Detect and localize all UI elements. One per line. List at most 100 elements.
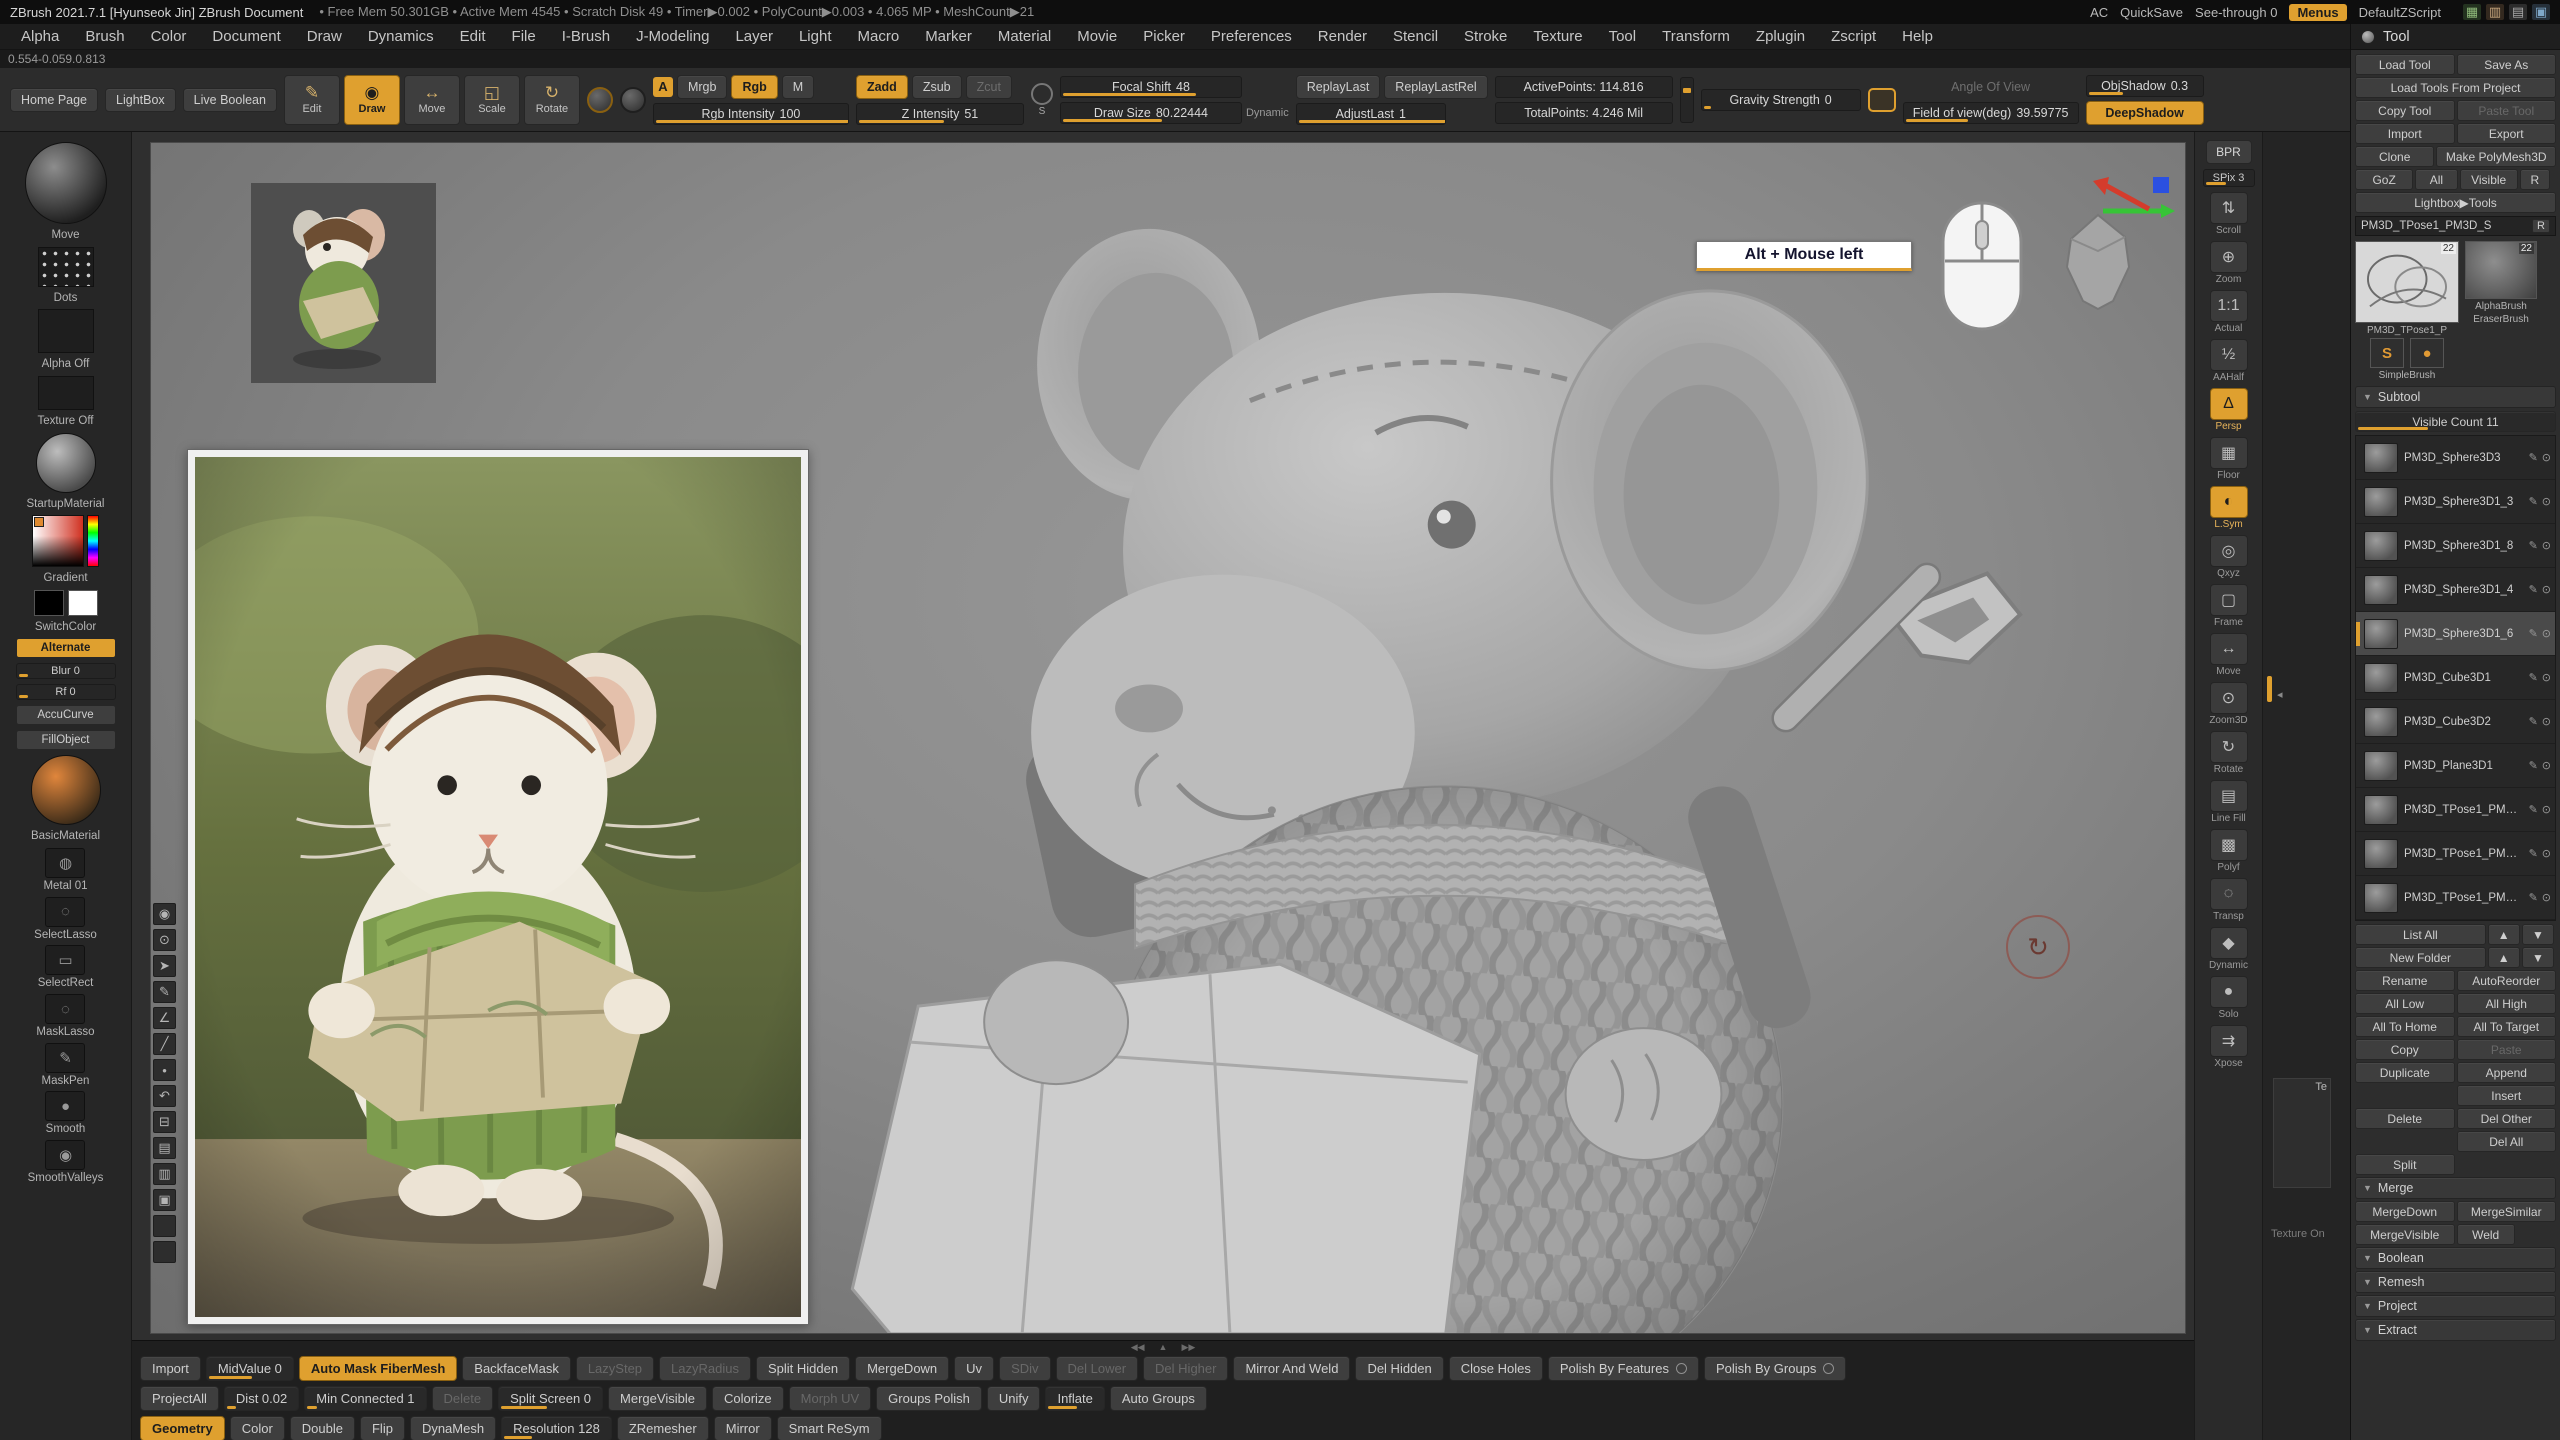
view-angle-icon[interactable] (1868, 88, 1896, 112)
titlebar-button[interactable]: See-through 0 (2195, 5, 2277, 20)
obj-shadow-slider[interactable]: ObjShadow0.3 (2086, 75, 2204, 97)
draw-size-slider[interactable]: Draw Size80.22444 (1060, 102, 1242, 124)
tray-button[interactable]: Resolution 128 (501, 1416, 612, 1440)
subtool-row[interactable]: PM3D_Sphere3D3 (2356, 436, 2555, 480)
visible-count-slider[interactable]: Visible Count 11 (2355, 411, 2556, 432)
document-thumbnail[interactable] (251, 183, 436, 383)
reference-image[interactable] (187, 449, 809, 1325)
view-control-button[interactable]: ½ AAHalf (2206, 339, 2252, 383)
canvas-strip-icon[interactable] (153, 1215, 176, 1237)
subtool-action-button[interactable]: Rename (2355, 970, 2455, 991)
menu-item[interactable]: File (499, 28, 549, 45)
titlebar-button[interactable]: Menus (2289, 4, 2346, 21)
quick-pick-brush[interactable]: ● (2410, 338, 2444, 368)
material-thumbnail[interactable] (36, 433, 96, 493)
subtool-row[interactable]: PM3D_TPose1_PM3D_Sphere3 (2356, 876, 2555, 920)
titlebar-button[interactable]: DefaultZScript (2359, 5, 2441, 20)
fillobject-button[interactable]: FillObject (16, 730, 116, 750)
lightbox-button[interactable]: LightBox (105, 88, 176, 112)
paint-mode-button[interactable]: M (782, 75, 814, 99)
tray-arrow-icon[interactable]: ▶▶ (1181, 1342, 1195, 1353)
polypaint-icon[interactable] (2529, 539, 2538, 552)
tray-button[interactable]: Close Holes (1449, 1356, 1543, 1381)
tool-button[interactable]: Save As (2457, 54, 2557, 75)
tray-button[interactable]: Geometry (140, 1416, 225, 1440)
titlebar-mini-icon[interactable]: ▥ (2486, 4, 2504, 20)
focal-dial[interactable]: S (1031, 83, 1053, 117)
tray-button[interactable]: DynaMesh (410, 1416, 496, 1440)
deep-shadow-button[interactable]: DeepShadow (2086, 101, 2204, 125)
subtool-action-button[interactable]: MergeSimilar (2457, 1201, 2557, 1222)
polypaint-icon[interactable] (2529, 627, 2538, 640)
polypaint-icon[interactable] (2529, 451, 2538, 464)
visibility-eye-icon[interactable] (2542, 495, 2551, 508)
menu-item[interactable]: I-Brush (549, 28, 623, 45)
tray-arrow-icon[interactable]: ◀◀ (1131, 1342, 1145, 1353)
subtool-action-button[interactable]: ▼ (2522, 947, 2554, 968)
visibility-eye-icon[interactable] (2542, 803, 2551, 816)
sculpt-mode-button[interactable]: Zcut (966, 75, 1012, 99)
view-control-button[interactable]: ⇉ Xpose (2206, 1025, 2252, 1069)
tool-button[interactable]: Load Tool (2355, 54, 2455, 75)
menu-item[interactable]: Light (786, 28, 845, 45)
document-canvas[interactable]: Alt + Mouse left (150, 142, 2186, 1334)
subtool-action-button[interactable]: Paste (2457, 1039, 2557, 1060)
panel-splitter-handle[interactable]: ◂ (2277, 688, 2283, 701)
tray-button[interactable]: Flip (360, 1416, 405, 1440)
texture-thumbnail[interactable] (38, 376, 94, 410)
subtool-action-button[interactable]: Delete (2355, 1108, 2455, 1129)
tray-button[interactable]: Double (290, 1416, 355, 1440)
subtool-action-button[interactable]: Extract (2355, 1319, 2556, 1341)
tray-button[interactable]: Polish By Groups (1704, 1356, 1846, 1381)
subtool-action-button[interactable]: Merge (2355, 1177, 2556, 1199)
alpha-thumbnail[interactable] (38, 309, 94, 353)
quick-pick-thumbnail[interactable]: 22 (2465, 241, 2537, 299)
tool-r-badge[interactable]: R (2532, 219, 2550, 233)
titlebar-mini-icon[interactable]: ▣ (2532, 4, 2550, 20)
tool-button[interactable]: All (2415, 169, 2457, 190)
brush-slot[interactable]: ◉ SmoothValleys (28, 1140, 104, 1185)
tray-button[interactable]: LazyRadius (659, 1356, 751, 1381)
focal-shift-slider[interactable]: Focal Shift48 (1060, 76, 1242, 98)
tray-button[interactable]: MidValue 0 (206, 1356, 294, 1381)
brush-slot[interactable]: ◌ SelectLasso (34, 897, 97, 942)
tray-button[interactable]: LazyStep (576, 1356, 654, 1381)
view-control-button[interactable]: ▤ Line Fill (2206, 780, 2252, 824)
menu-item[interactable]: Draw (294, 28, 355, 45)
tool-button[interactable]: GoZ (2355, 169, 2413, 190)
menu-item[interactable]: J-Modeling (623, 28, 722, 45)
subtool-action-button[interactable]: MergeVisible (2355, 1224, 2455, 1245)
brush-slot[interactable]: ✎ MaskPen (42, 1043, 90, 1088)
subtool-row[interactable]: PM3D_Sphere3D1_3 (2356, 480, 2555, 524)
canvas-strip-icon[interactable]: ▣ (153, 1189, 176, 1211)
view-control-button[interactable]: ◌ Transp (2206, 878, 2252, 922)
menu-item[interactable]: Layer (722, 28, 786, 45)
tray-button[interactable]: Import (140, 1356, 201, 1381)
spix-slider[interactable]: SPix3 (2203, 169, 2255, 187)
menu-item[interactable]: Help (1889, 28, 1946, 45)
polypaint-icon[interactable] (2529, 759, 2538, 772)
canvas-strip-icon[interactable]: ▤ (153, 1137, 176, 1159)
tray-button[interactable]: Uv (954, 1356, 994, 1381)
tool-button[interactable]: R (2520, 169, 2550, 190)
panel-scrollbar-thumb[interactable] (2267, 676, 2272, 702)
visibility-eye-icon[interactable] (2542, 583, 2551, 596)
subtool-row[interactable]: PM3D_TPose1_PM3D_Sphere3 (2356, 788, 2555, 832)
titlebar-mini-icon[interactable]: ▤ (2509, 4, 2527, 20)
view-control-button[interactable]: ▦ Floor (2206, 437, 2252, 481)
titlebar-mini-icon[interactable]: ▦ (2463, 4, 2481, 20)
titlebar-button[interactable]: AC (2090, 5, 2108, 20)
menu-item[interactable]: Document (199, 28, 293, 45)
canvas-strip-icon[interactable]: ◉ (153, 903, 176, 925)
subtool-action-button[interactable]: AutoReorder (2457, 970, 2557, 991)
home-page-button[interactable]: Home Page (10, 88, 98, 112)
visibility-eye-icon[interactable] (2542, 847, 2551, 860)
tray-button[interactable]: Split Screen 0 (498, 1386, 603, 1411)
subtool-row[interactable]: PM3D_Plane3D1 (2356, 744, 2555, 788)
view-control-button[interactable]: ∆ Persp (2206, 388, 2252, 432)
menu-item[interactable]: Movie (1064, 28, 1130, 45)
menu-item[interactable]: Zscript (1818, 28, 1889, 45)
polypaint-icon[interactable] (2529, 671, 2538, 684)
menu-item[interactable]: Stencil (1380, 28, 1451, 45)
menu-item[interactable]: Stroke (1451, 28, 1520, 45)
